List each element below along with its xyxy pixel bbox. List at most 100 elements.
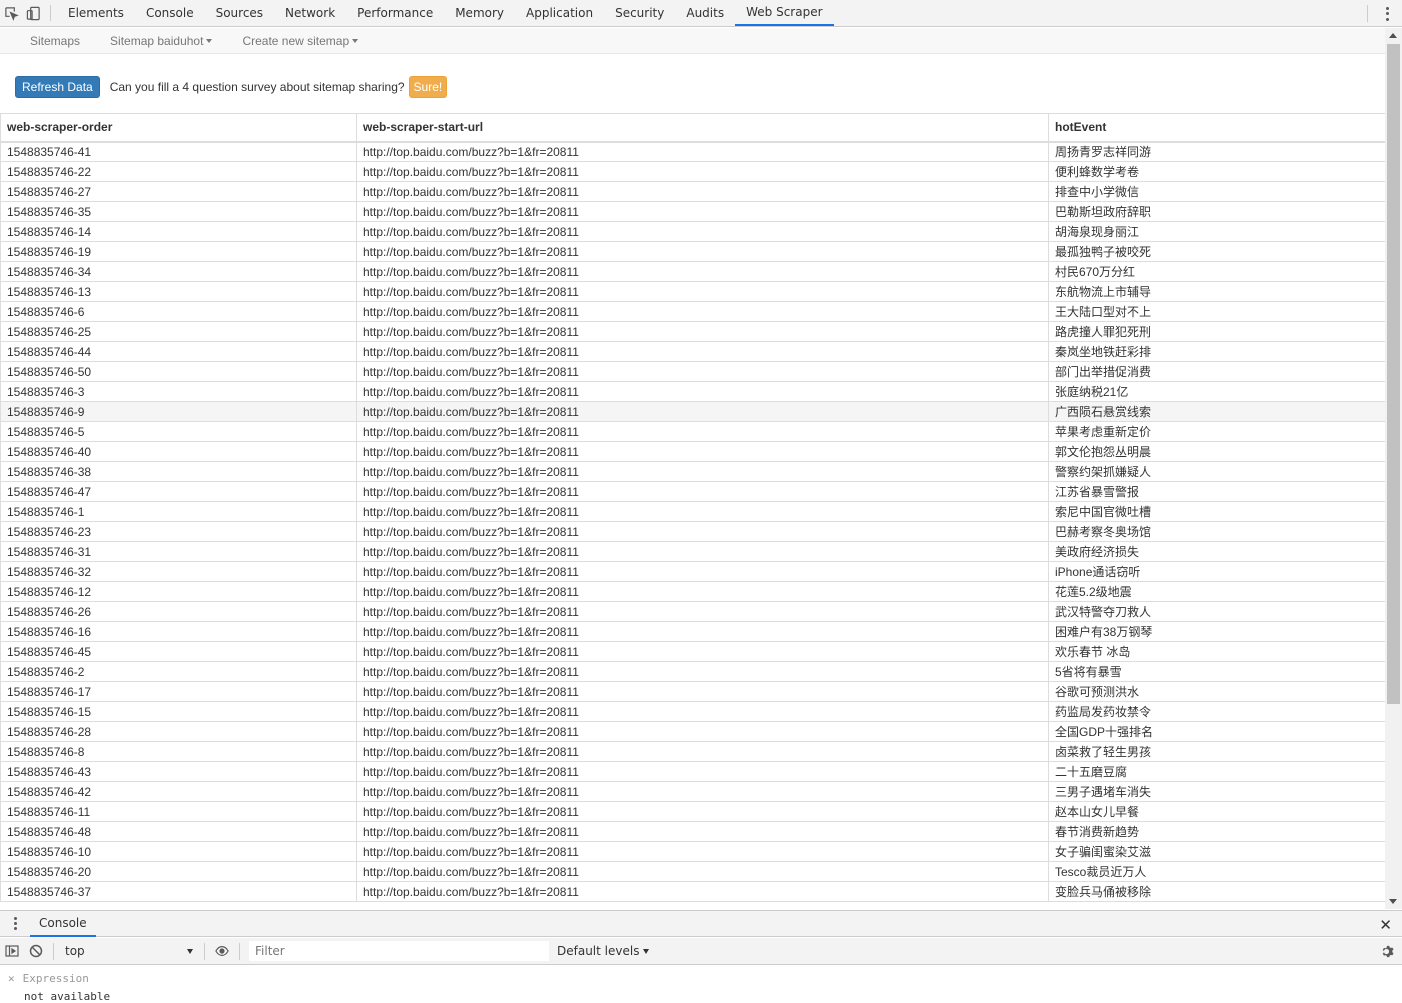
tab-web-scraper[interactable]: Web Scraper: [735, 0, 834, 26]
cell-start-url: http://top.baidu.com/buzz?b=1&fr=20811: [356, 861, 1049, 882]
cell-start-url: http://top.baidu.com/buzz?b=1&fr=20811: [356, 401, 1049, 422]
close-icon[interactable]: ✕: [1379, 916, 1392, 934]
cell-hot-event: 武汉特警夺刀救人: [1048, 601, 1385, 622]
cell-hot-event: 索尼中国官微吐槽: [1048, 501, 1385, 522]
cell-hot-event: 花莲5.2级地震: [1048, 581, 1385, 602]
nav-create-label: Create new sitemap: [242, 33, 350, 48]
cell-order: 1548835746-14: [0, 221, 357, 242]
cell-start-url: http://top.baidu.com/buzz?b=1&fr=20811: [356, 481, 1049, 502]
table-row: 1548835746-27 http://top.baidu.com/buzz?b…: [0, 181, 1385, 202]
survey-sure-button[interactable]: Sure!: [408, 76, 448, 98]
cell-start-url: http://top.baidu.com/buzz?b=1&fr=20811: [356, 281, 1049, 302]
table-row: 1548835746-43 http://top.baidu.com/buzz?b…: [0, 761, 1385, 782]
device-toggle-icon[interactable]: [22, 0, 44, 27]
expression-value: not available: [24, 990, 111, 1003]
cell-start-url: http://top.baidu.com/buzz?b=1&fr=20811: [356, 741, 1049, 762]
cell-start-url: http://top.baidu.com/buzz?b=1&fr=20811: [356, 421, 1049, 442]
table-header-row: web-scraper-order web-scraper-start-url …: [0, 113, 1385, 143]
table-row: 1548835746-5 http://top.baidu.com/buzz?b=…: [0, 421, 1385, 442]
table-row: 1548835746-40 http://top.baidu.com/buzz?b…: [0, 441, 1385, 462]
cell-start-url: http://top.baidu.com/buzz?b=1&fr=20811: [356, 581, 1049, 602]
tab-security[interactable]: Security: [604, 0, 675, 26]
cell-order: 1548835746-38: [0, 461, 357, 482]
tab-console[interactable]: Console: [135, 0, 205, 26]
data-table: web-scraper-order web-scraper-start-url …: [0, 113, 1385, 902]
header-start-url: web-scraper-start-url: [356, 113, 1049, 143]
expression-label[interactable]: Expression: [23, 972, 89, 985]
cell-start-url: http://top.baidu.com/buzz?b=1&fr=20811: [356, 201, 1049, 222]
table-row: 1548835746-50 http://top.baidu.com/buzz?b…: [0, 361, 1385, 382]
drawer-menu-icon[interactable]: [0, 910, 30, 937]
header-order: web-scraper-order: [0, 113, 357, 143]
tab-elements[interactable]: Elements: [57, 0, 135, 26]
table-row: 1548835746-41 http://top.baidu.com/buzz?b…: [0, 141, 1385, 162]
cell-start-url: http://top.baidu.com/buzz?b=1&fr=20811: [356, 881, 1049, 902]
table-row: 1548835746-28 http://top.baidu.com/buzz?b…: [0, 721, 1385, 742]
inspect-element-icon[interactable]: [0, 0, 22, 27]
table-row: 1548835746-14 http://top.baidu.com/buzz?b…: [0, 221, 1385, 242]
cell-hot-event: 欢乐春节 冰岛: [1048, 641, 1385, 662]
cell-start-url: http://top.baidu.com/buzz?b=1&fr=20811: [356, 721, 1049, 742]
table-row: 1548835746-3 http://top.baidu.com/buzz?b=…: [0, 381, 1385, 402]
table-row: 1548835746-8 http://top.baidu.com/buzz?b=…: [0, 741, 1385, 762]
cell-hot-event: 谷歌可预测洪水: [1048, 681, 1385, 702]
table-row: 1548835746-34 http://top.baidu.com/buzz?b…: [0, 261, 1385, 282]
cell-start-url: http://top.baidu.com/buzz?b=1&fr=20811: [356, 701, 1049, 722]
table-row: 1548835746-35 http://top.baidu.com/buzz?b…: [0, 201, 1385, 222]
more-vert-icon[interactable]: [1380, 6, 1394, 22]
table-row: 1548835746-37 http://top.baidu.com/buzz?b…: [0, 881, 1385, 902]
cell-order: 1548835746-1: [0, 501, 357, 522]
tab-sources[interactable]: Sources: [205, 0, 274, 26]
scroll-up-arrow-icon[interactable]: [1389, 33, 1397, 38]
table-row: 1548835746-16 http://top.baidu.com/buzz?b…: [0, 621, 1385, 642]
cell-start-url: http://top.baidu.com/buzz?b=1&fr=20811: [356, 641, 1049, 662]
cell-order: 1548835746-10: [0, 841, 357, 862]
toolbar-separator: [53, 942, 54, 960]
table-row: 1548835746-17 http://top.baidu.com/buzz?b…: [0, 681, 1385, 702]
tab-memory[interactable]: Memory: [444, 0, 515, 26]
cell-hot-event: iPhone通话窃听: [1048, 561, 1385, 582]
close-expression-icon[interactable]: ✕: [8, 972, 15, 985]
refresh-data-button[interactable]: Refresh Data: [15, 76, 100, 98]
cell-start-url: http://top.baidu.com/buzz?b=1&fr=20811: [356, 301, 1049, 322]
console-drawer-header: Console ✕: [0, 910, 1402, 937]
tab-application[interactable]: Application: [515, 0, 604, 26]
table-row: 1548835746-42 http://top.baidu.com/buzz?b…: [0, 781, 1385, 802]
cell-hot-event: 路虎撞人罪犯死刑: [1048, 321, 1385, 342]
cell-hot-event: 春节消费新趋势: [1048, 821, 1385, 842]
cell-hot-event: 巴赫考察冬奥场馆: [1048, 521, 1385, 542]
cell-order: 1548835746-6: [0, 301, 357, 322]
table-row: 1548835746-26 http://top.baidu.com/buzz?b…: [0, 601, 1385, 622]
table-row: 1548835746-22 http://top.baidu.com/buzz?b…: [0, 161, 1385, 182]
drawer-tab-console[interactable]: Console: [30, 910, 96, 937]
cell-start-url: http://top.baidu.com/buzz?b=1&fr=20811: [356, 521, 1049, 542]
nav-create-sitemap-dropdown[interactable]: Create new sitemap: [227, 34, 373, 48]
log-levels-dropdown[interactable]: Default levels: [557, 944, 650, 958]
tab-network[interactable]: Network: [274, 0, 346, 26]
cell-hot-event: 江苏省暴雪警报: [1048, 481, 1385, 502]
table-row: 1548835746-6 http://top.baidu.com/buzz?b=…: [0, 301, 1385, 322]
gear-icon[interactable]: [1379, 944, 1394, 959]
tab-audits[interactable]: Audits: [675, 0, 735, 26]
clear-console-icon[interactable]: [24, 938, 48, 965]
cell-start-url: http://top.baidu.com/buzz?b=1&fr=20811: [356, 841, 1049, 862]
panel-scrollbar[interactable]: [1385, 28, 1402, 909]
scrollbar-thumb[interactable]: [1387, 44, 1400, 704]
nav-sitemap-dropdown[interactable]: Sitemap baiduhot: [95, 34, 227, 48]
cell-hot-event: 王大陆口型对不上: [1048, 301, 1385, 322]
context-selector[interactable]: top: [59, 941, 199, 961]
cell-hot-event: 二十五磨豆腐: [1048, 761, 1385, 782]
tab-performance[interactable]: Performance: [346, 0, 444, 26]
table-row: 1548835746-1 http://top.baidu.com/buzz?b=…: [0, 501, 1385, 522]
console-filter-input[interactable]: [249, 941, 549, 961]
cell-order: 1548835746-8: [0, 741, 357, 762]
live-expression-icon[interactable]: [210, 938, 234, 965]
table-row: 1548835746-20 http://top.baidu.com/buzz?b…: [0, 861, 1385, 882]
cell-start-url: http://top.baidu.com/buzz?b=1&fr=20811: [356, 761, 1049, 782]
cell-order: 1548835746-12: [0, 581, 357, 602]
console-sidebar-icon[interactable]: [0, 938, 24, 965]
scroll-down-arrow-icon[interactable]: [1389, 899, 1397, 904]
cell-hot-event: 全国GDP十强排名: [1048, 721, 1385, 742]
cell-hot-event: 5省将有暴雪: [1048, 661, 1385, 682]
nav-sitemaps[interactable]: Sitemaps: [0, 34, 95, 48]
